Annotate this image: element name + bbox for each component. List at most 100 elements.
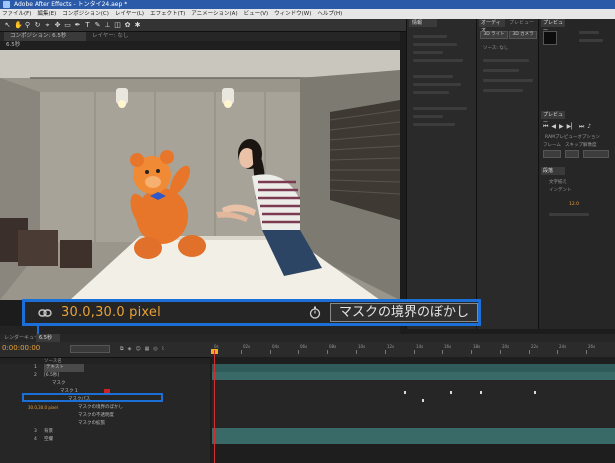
layer-row-selected[interactable]: 30.0,30.0 pixel マスクの境界のぼかし — [0, 404, 210, 412]
timeline-switches: ⧉ ◈ ☺ ▦ ◎ ⌇ — [120, 346, 210, 352]
graph-editor-icon[interactable]: ⌇ — [162, 346, 164, 352]
hand-tool-icon[interactable]: ✋ — [14, 22, 23, 29]
ruler-label: 02s — [243, 344, 251, 349]
zoom-tool-icon[interactable]: ⚲ — [24, 22, 31, 29]
info-line — [413, 59, 463, 62]
timeline-search-input[interactable] — [70, 345, 110, 353]
current-time-display[interactable]: 0:00:00:00 — [2, 344, 40, 352]
audio-line — [483, 69, 519, 72]
light-3d-button[interactable]: 3D ライト — [480, 31, 508, 39]
menu-animation[interactable]: アニメーション(A) — [191, 9, 237, 19]
tab-timeline-comp[interactable]: 6.5秒 — [36, 334, 60, 342]
ruler-tick — [442, 350, 443, 354]
keyframe[interactable] — [480, 391, 482, 394]
pen-tool-icon[interactable]: ✒ — [74, 22, 81, 29]
info-line — [413, 123, 455, 126]
composition-sub-tab[interactable]: 6.5秒 — [0, 41, 400, 50]
tab-preview-controls[interactable]: プレビュー — [541, 111, 565, 126]
alignment-label: 文字揃え — [549, 180, 567, 185]
time-ruler[interactable]: 0s 02s 04s 06s 08s 10s 12s 14s 16s 18s 20s 22s 24s 26… — [212, 343, 615, 355]
menu-effect[interactable]: エフェクト(T) — [150, 9, 185, 19]
audio-line — [483, 59, 529, 62]
ruler-label: 18s — [473, 344, 481, 349]
keyframe[interactable] — [534, 391, 536, 394]
layer-row[interactable]: マスクの拡張 — [0, 420, 210, 428]
ruler-label: 04s — [272, 344, 280, 349]
rectangle-tool-icon[interactable]: ▭ — [64, 22, 71, 29]
roto-brush-tool-icon[interactable]: ✿ — [124, 22, 131, 29]
info-line — [413, 91, 449, 94]
layer-row[interactable]: マスク — [0, 380, 210, 388]
resolution-dropdown[interactable] — [583, 150, 609, 158]
ruler-label: 22s — [531, 344, 539, 349]
keyframe[interactable] — [404, 391, 406, 394]
brush-tool-icon[interactable]: ✎ — [94, 22, 101, 29]
eraser-tool-icon[interactable]: ◫ — [114, 22, 121, 29]
menu-window[interactable]: ウィンドウ(W) — [274, 9, 311, 19]
prev-frame-icon[interactable]: ◀ — [551, 123, 556, 131]
menu-file[interactable]: ファイル(F) — [2, 9, 31, 19]
keyframe[interactable] — [422, 399, 424, 402]
composition-viewer[interactable] — [0, 50, 400, 300]
rotate-tool-icon[interactable]: ↻ — [34, 22, 41, 29]
timeline-tabs: レンダーキュー 6.5秒 — [0, 334, 615, 342]
menu-layer[interactable]: レイヤー(L) — [115, 9, 144, 19]
tab-preview-small[interactable]: プレビュー — [509, 19, 534, 27]
menu-edit[interactable]: 編集(E) — [37, 9, 56, 19]
tab-info[interactable]: 情報 — [409, 19, 437, 27]
selection-tool-icon[interactable]: ↖ — [4, 22, 11, 29]
tab-render-queue[interactable]: レンダーキュー — [4, 334, 39, 342]
last-frame-icon[interactable]: ⏭ — [579, 123, 584, 131]
text-tool-icon[interactable]: T — [84, 22, 91, 29]
paragraph-value[interactable]: 12.0 — [569, 202, 579, 207]
info-line — [413, 43, 457, 46]
next-frame-icon[interactable]: ▶▏ — [567, 123, 576, 131]
color-swatch[interactable] — [543, 31, 557, 45]
link-constrain-icon[interactable] — [38, 308, 52, 318]
tab-paragraph[interactable]: 段落 — [541, 167, 565, 175]
draft-3d-icon[interactable]: ◈ — [128, 346, 132, 352]
frame-rate-field[interactable] — [543, 150, 561, 158]
timeline-tracks[interactable]: 0s 02s 04s 06s 08s 10s 12s 14s 16s 18s 20s 22s 24s 26… — [212, 344, 615, 463]
track-bar — [212, 420, 615, 428]
feather-callout: 30.0,30.0 pixel マスクの境界のぼかし — [22, 299, 481, 326]
audio-icon[interactable]: ♪ — [587, 123, 591, 131]
pan-behind-tool-icon[interactable]: ✥ — [54, 22, 61, 29]
tab-composition[interactable]: コンポジション: 6.5秒 — [4, 32, 86, 41]
tab-audio[interactable]: オーディオ — [479, 19, 505, 34]
tab-layer[interactable]: レイヤー: なし — [92, 32, 128, 41]
track-bar[interactable] — [212, 428, 615, 436]
stopwatch-icon[interactable] — [309, 306, 321, 319]
track-bar[interactable] — [212, 372, 615, 380]
layer-row[interactable]: 4 空撮 — [0, 436, 210, 444]
ruler-label: 06s — [300, 344, 308, 349]
ruler-label: 20s — [502, 344, 510, 349]
first-frame-icon[interactable]: ⏮ — [543, 123, 548, 131]
puppet-tool-icon[interactable]: ✱ — [134, 22, 141, 29]
keyframe[interactable] — [450, 391, 452, 394]
paragraph-line — [549, 213, 589, 216]
frame-blending-icon[interactable]: ▦ — [145, 346, 150, 352]
scene-image — [0, 50, 400, 300]
menu-view[interactable]: ビュー(V) — [244, 9, 269, 19]
layer-row[interactable]: マスクの不透明度 — [0, 412, 210, 420]
menu-help[interactable]: ヘルプ(H) — [317, 9, 342, 19]
track-bar[interactable] — [212, 364, 615, 372]
comp-mini-flowchart-icon[interactable]: ⧉ — [120, 346, 124, 352]
stamp-tool-icon[interactable]: ⊥ — [104, 22, 111, 29]
menu-composition[interactable]: コンポジション(C) — [62, 9, 109, 19]
layer-row[interactable]: 2 [6.5秒] — [0, 372, 210, 380]
camera-3d-button[interactable]: 3D カメラ — [509, 31, 537, 39]
app-icon — [3, 1, 10, 8]
layer-row[interactable]: 3 背景 — [0, 428, 210, 436]
feather-value[interactable]: 30.0,30.0 pixel — [61, 305, 161, 320]
layer-row[interactable]: 1 テキスト — [0, 364, 210, 372]
camera-tool-icon[interactable]: ⌖ — [44, 22, 51, 29]
play-icon[interactable]: ▶ — [559, 123, 564, 131]
track-bar[interactable] — [212, 436, 615, 444]
tab-preview[interactable]: プレビュー — [541, 19, 565, 34]
skip-field[interactable] — [565, 150, 579, 158]
playhead[interactable] — [214, 350, 215, 463]
shy-icon[interactable]: ☺ — [135, 346, 140, 352]
motion-blur-icon[interactable]: ◎ — [153, 346, 157, 352]
